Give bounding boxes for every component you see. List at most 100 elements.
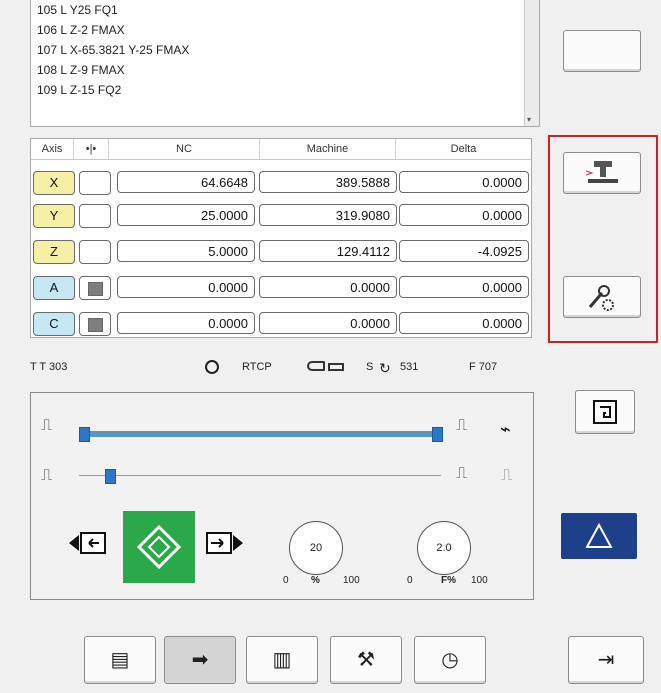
- axis-select-box[interactable]: [79, 312, 111, 336]
- step-forward-button[interactable]: [203, 529, 243, 557]
- program-listing[interactable]: 105 L Y25 FQ1 106 L Z-2 FMAX 107 L X-65.…: [30, 0, 540, 127]
- feed-override-dial[interactable]: 2.0: [417, 521, 471, 575]
- machine-value: 319.9080: [259, 204, 397, 226]
- spiral-button[interactable]: [575, 390, 635, 434]
- program-line[interactable]: 108 L Z-9 FMAX: [31, 60, 539, 80]
- feed-override-value: 2.0: [436, 542, 452, 554]
- program-line[interactable]: 105 L Y25 FQ1: [31, 0, 539, 20]
- tool-settings-bottom-button[interactable]: ⚒: [330, 636, 402, 684]
- override-panel: ⎍ ⎍ ⌁ ⎍ ⎍ ⎍ 20 0 % 100 2.0 0 F% 100: [30, 392, 534, 600]
- feed-status: F 707: [469, 361, 498, 373]
- wrench-gear-icon: [588, 285, 614, 311]
- machine-value: 0.0000: [259, 312, 397, 334]
- program-line[interactable]: 107 L X-65.3821 Y-25 FMAX: [31, 40, 539, 60]
- end-block-icon: ⎍: [456, 465, 468, 482]
- program-edit-button[interactable]: ▤: [84, 636, 156, 684]
- axis-select-box[interactable]: [79, 276, 111, 300]
- delta-value: 0.0000: [399, 312, 529, 334]
- nc-value: 25.0000: [117, 204, 255, 226]
- scroll-down-icon[interactable]: ▾: [527, 115, 531, 124]
- axis-button[interactable]: Y: [33, 204, 75, 228]
- document-icon: ▤: [110, 649, 130, 671]
- spindle-min: 0: [283, 575, 289, 586]
- axis-button[interactable]: X: [33, 171, 75, 195]
- blank-softkey[interactable]: [563, 30, 641, 72]
- spindle-max: 100: [343, 575, 360, 586]
- rtcp-icon: [205, 360, 219, 374]
- feed-track: [79, 475, 441, 476]
- optional-stop-icon[interactable]: ⌁: [500, 419, 511, 440]
- spindle-label: S: [366, 361, 374, 373]
- feed-min: 0: [407, 575, 413, 586]
- axis-locked-indicator: [88, 318, 103, 332]
- header-flag: •|•: [74, 139, 109, 159]
- exit-button[interactable]: ⇥: [568, 636, 644, 684]
- dial-icon: ◷: [441, 649, 459, 671]
- program-line[interactable]: 106 L Z-2 FMAX: [31, 20, 539, 40]
- tool-status: T T 303: [30, 361, 68, 373]
- arrow-right-icon: ➡: [191, 649, 209, 671]
- rotation-icon: ↻: [379, 360, 391, 376]
- machine-tool-button[interactable]: [563, 152, 641, 194]
- single-block-button[interactable]: ➡: [164, 636, 236, 684]
- feed-override-label: F%: [441, 575, 456, 586]
- progress-track: [79, 431, 441, 437]
- table-row: Y 25.0000 319.9080 0.0000: [31, 204, 531, 228]
- delta-value: 0.0000: [399, 204, 529, 226]
- cycle-start-button[interactable]: [123, 511, 195, 583]
- machine-value: 129.4112: [259, 240, 397, 262]
- nc-value: 5.0000: [117, 240, 255, 262]
- header-machine: Machine: [260, 139, 396, 159]
- triangle-icon: [585, 522, 613, 548]
- machine-spindle-icon: [585, 161, 618, 183]
- delta-value: 0.0000: [399, 171, 529, 193]
- tool-table-button[interactable]: ▥: [246, 636, 318, 684]
- spindle-speed: 531: [400, 361, 419, 373]
- tool-settings-button[interactable]: [563, 276, 641, 318]
- program-line[interactable]: 109 L Z-15 FQ2: [31, 80, 539, 100]
- spindle-icon: [307, 361, 325, 371]
- axis-locked-indicator: [88, 282, 103, 296]
- nc-value: 64.6648: [117, 171, 255, 193]
- block-end-icon: ⎍: [456, 417, 468, 434]
- spindle-override-label: %: [311, 575, 320, 586]
- table-row: Z 5.0000 129.4112 -4.0925: [31, 240, 531, 264]
- delta-value: -4.0925: [399, 240, 529, 262]
- progress-start-marker[interactable]: [79, 427, 90, 442]
- table-row: C 0.0000 0.0000 0.0000: [31, 312, 531, 336]
- axis-button[interactable]: C: [33, 312, 75, 336]
- header-axis: Axis: [31, 139, 74, 159]
- table-header: Axis •|• NC Machine Delta: [31, 139, 531, 160]
- exit-arrow-icon: ⇥: [597, 649, 615, 671]
- header-delta: Delta: [450, 143, 477, 155]
- nc-value: 0.0000: [117, 312, 255, 334]
- machine-value: 0.0000: [259, 276, 397, 298]
- program-scrollbar[interactable]: ▾: [524, 0, 539, 126]
- table-row: A 0.0000 0.0000 0.0000: [31, 276, 531, 300]
- spindle-override-dial[interactable]: 20: [289, 521, 343, 575]
- spiral-icon: [593, 400, 617, 424]
- spindle-override-value: 20: [309, 542, 323, 554]
- axis-select-box[interactable]: [79, 171, 111, 195]
- axis-select-box[interactable]: [79, 240, 111, 264]
- header-nc: NC: [109, 139, 260, 159]
- arrow-left-icon: [69, 532, 106, 554]
- axis-select-box[interactable]: [79, 204, 111, 228]
- axis-position-table: Axis •|• NC Machine Delta X 64.6648 389.58…: [30, 138, 532, 338]
- axis-button[interactable]: A: [33, 276, 75, 300]
- gauge-button[interactable]: ◷: [414, 636, 486, 684]
- start-diamond-icon: [136, 524, 182, 570]
- feed-max: 100: [471, 575, 488, 586]
- block-skip-icon: ⎍: [41, 417, 53, 434]
- nc-value: 0.0000: [117, 276, 255, 298]
- arrow-right-icon: [206, 532, 243, 554]
- start-block-icon: ⎍: [41, 467, 53, 484]
- step-back-button[interactable]: [69, 529, 109, 557]
- dry-run-icon[interactable]: ⎍: [501, 467, 512, 485]
- feed-slider-knob[interactable]: [105, 469, 116, 484]
- triangle-button[interactable]: [561, 513, 637, 559]
- axis-button[interactable]: Z: [33, 240, 75, 264]
- progress-end-marker[interactable]: [432, 427, 443, 442]
- delta-value: 0.0000: [399, 276, 529, 298]
- wrench-icon: ⚒: [357, 649, 375, 671]
